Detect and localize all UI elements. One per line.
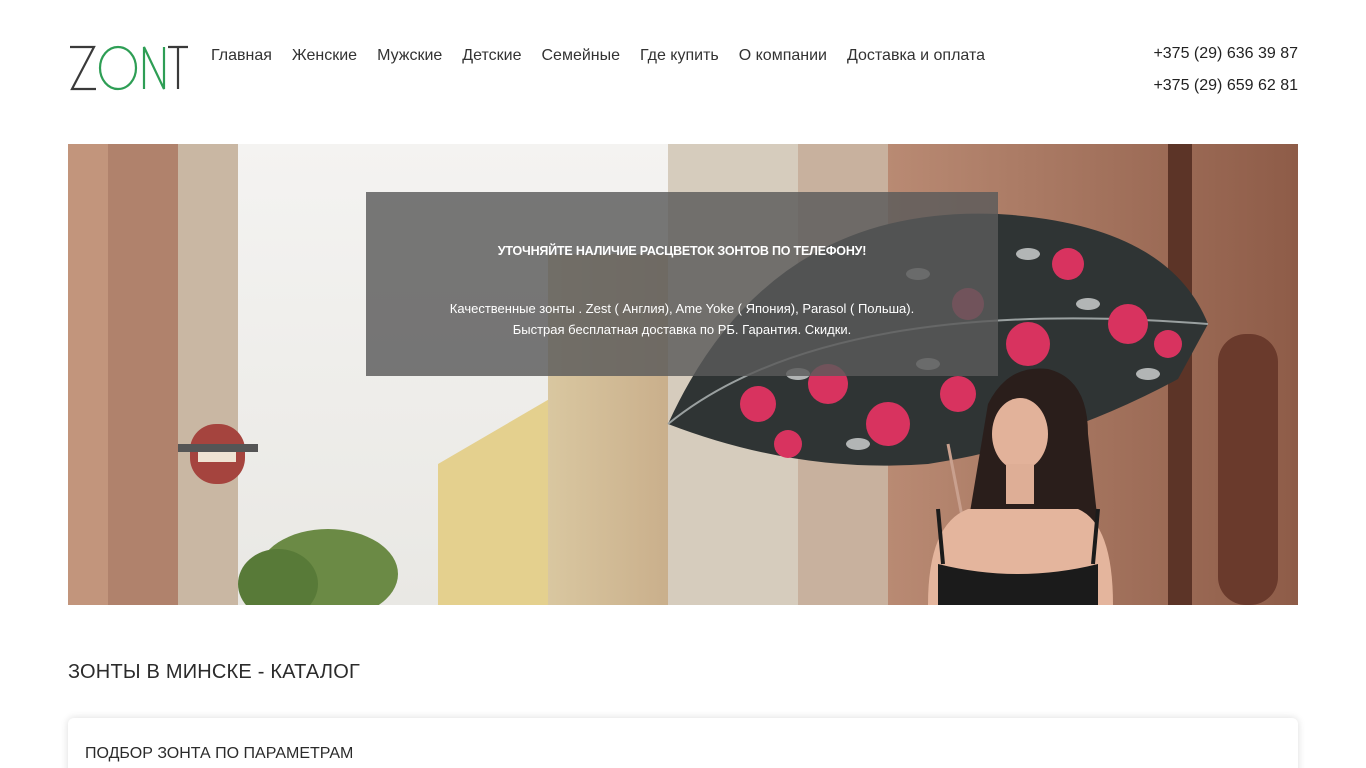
hero-title: УТОЧНЯЙТЕ НАЛИЧИЕ РАСЦВЕТОК ЗОНТОВ ПО ТЕ… (497, 244, 867, 258)
nav-item-men[interactable]: Мужские (377, 46, 442, 66)
main-nav: Главная Женские Мужские Детские Семейные… (211, 46, 1005, 66)
nav-item-home[interactable]: Главная (211, 46, 272, 66)
hero-info-box: УТОЧНЯЙТЕ НАЛИЧИЕ РАСЦВЕТОК ЗОНТОВ ПО ТЕ… (366, 192, 998, 376)
filter-title: ПОДБОР ЗОНТА ПО ПАРАМЕТРАМ (85, 745, 354, 762)
hero-line-2: Быстрая бесплатная доставка по РБ. Гаран… (512, 322, 852, 337)
nav-item-kids[interactable]: Детские (462, 46, 521, 66)
phone-link-1[interactable]: +375 (29) 636 39 87 (1153, 44, 1298, 64)
contact-phones: +375 (29) 636 39 87 +375 (29) 659 62 81 (1153, 44, 1298, 108)
nav-item-about[interactable]: О компании (739, 46, 827, 66)
hero-line-1: Качественные зонты . Zest ( Англия), Ame… (449, 301, 915, 316)
nav-item-family[interactable]: Семейные (541, 46, 620, 66)
site-header: Главная Женские Мужские Детские Семейные… (0, 0, 1366, 120)
phone-link-2[interactable]: +375 (29) 659 62 81 (1153, 76, 1298, 96)
hero-description: Качественные зонты . Zest ( Англия), Ame… (366, 298, 998, 340)
catalog-heading: ЗОНТЫ В МИНСКЕ - КАТАЛОГ (68, 661, 360, 683)
zont-logo[interactable] (68, 43, 188, 93)
nav-item-where-to-buy[interactable]: Где купить (640, 46, 719, 66)
nav-item-delivery[interactable]: Доставка и оплата (847, 46, 985, 66)
hero-banner: УТОЧНЯЙТЕ НАЛИЧИЕ РАСЦВЕТОК ЗОНТОВ ПО ТЕ… (68, 144, 1298, 605)
nav-item-women[interactable]: Женские (292, 46, 357, 66)
umbrella-filter-panel[interactable]: ПОДБОР ЗОНТА ПО ПАРАМЕТРАМ (68, 718, 1298, 768)
